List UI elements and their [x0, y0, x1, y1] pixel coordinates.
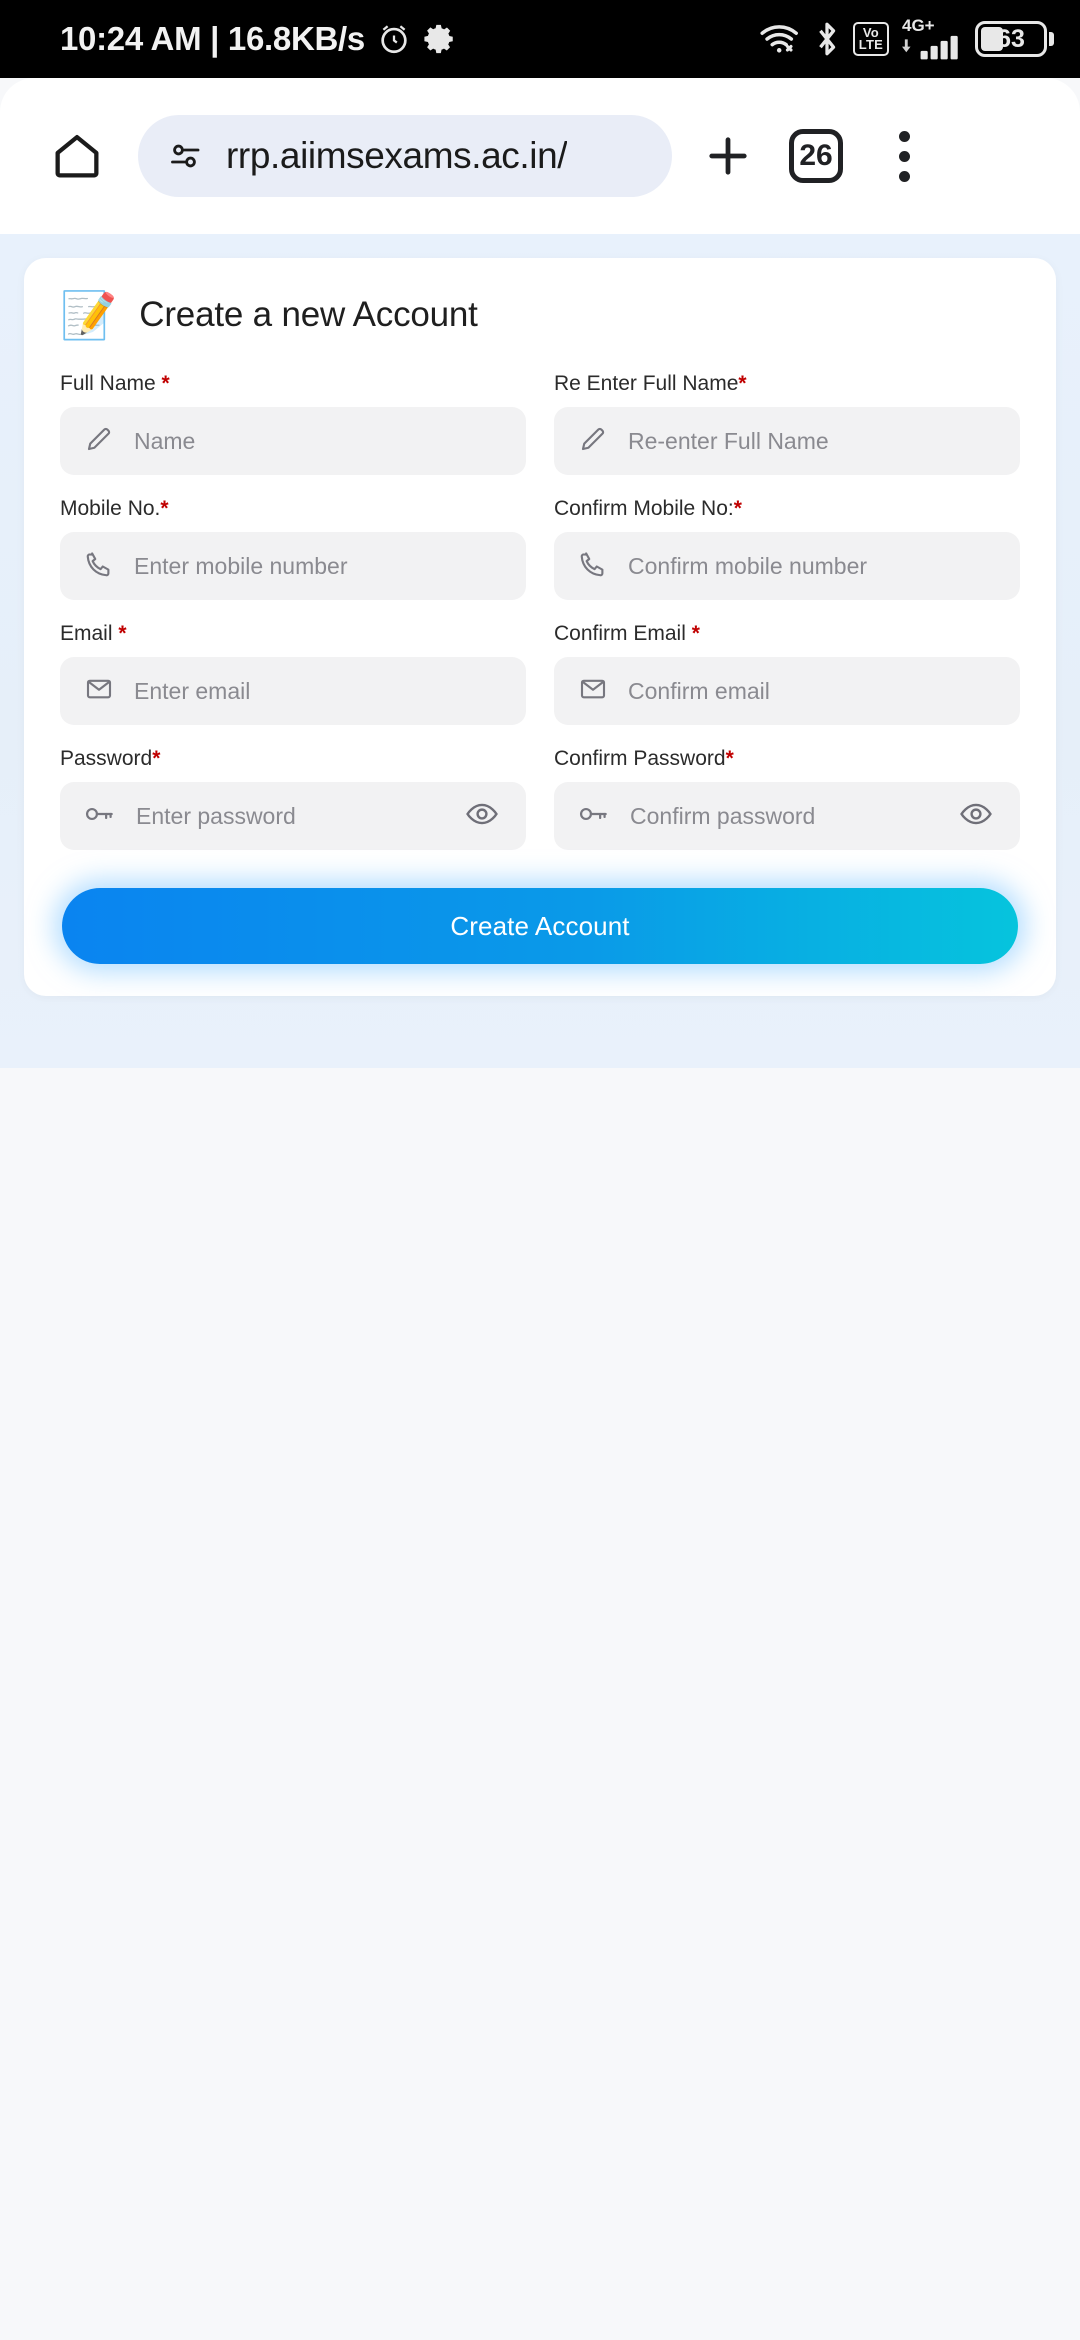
tab-count-badge: 26 — [789, 129, 843, 183]
status-bar-left: 10:24 AM | 16.8KB/s — [60, 20, 457, 58]
eye-icon — [465, 797, 499, 836]
label-text: Full Name — [60, 372, 156, 395]
card-header: 📝 Create a new Account — [60, 292, 1020, 338]
required-asterisk: * — [152, 747, 161, 770]
label-email: Email * — [60, 622, 526, 646]
label-text: Confirm Mobile No: — [554, 497, 734, 520]
pencil-icon — [84, 424, 114, 459]
label-full-name: Full Name * — [60, 372, 526, 396]
form-field-confirm-password: Confirm Password* Confirm password — [554, 747, 1020, 850]
placeholder-full-name: Name — [134, 427, 196, 454]
create-account-card: 📝 Create a new Account Full Name * Name Re… — [24, 258, 1056, 996]
placeholder-password: Enter password — [136, 802, 296, 829]
tune-icon[interactable] — [168, 138, 204, 174]
placeholder-confirm-email: Confirm email — [628, 677, 770, 704]
tab-switcher-button[interactable]: 26 — [772, 112, 860, 200]
key-icon — [578, 798, 610, 835]
plus-icon — [702, 130, 754, 182]
required-asterisk: * — [118, 622, 127, 645]
required-asterisk: * — [725, 747, 734, 770]
page-content: 📝 Create a new Account Full Name * Name Re… — [0, 234, 1080, 1068]
toggle-visibility-confirm-password[interactable] — [956, 796, 996, 836]
form-field-confirm-mobile-no: Confirm Mobile No:* Confirm mobile number — [554, 497, 1020, 600]
form-field-password: Password* Enter password — [60, 747, 526, 850]
placeholder-confirm-password: Confirm password — [630, 802, 816, 829]
form-field-mobile-no: Mobile No.* Enter mobile number — [60, 497, 526, 600]
label-text: Mobile No. — [60, 497, 161, 520]
key-icon — [84, 798, 116, 835]
url-text: rrp.aiimsexams.ac.in/ — [226, 135, 568, 176]
signal-strength-icon: 4G+ — [902, 17, 962, 61]
input-confirm-password[interactable]: Confirm password — [554, 782, 1020, 850]
bluetooth-icon — [814, 21, 840, 57]
label-text: Re Enter Full Name — [554, 372, 739, 395]
eye-icon — [959, 797, 993, 836]
submit-row: Create Account — [60, 886, 1020, 966]
phone-icon — [84, 549, 114, 584]
toggle-visibility-password[interactable] — [462, 796, 502, 836]
browser-menu-button[interactable] — [860, 112, 948, 200]
registration-form: Full Name * Name Re Enter Full Name* Re-ent… — [60, 372, 1020, 850]
label-re-enter-full-name: Re Enter Full Name* — [554, 372, 1020, 396]
label-text: Password — [60, 747, 153, 770]
form-field-full-name: Full Name * Name — [60, 372, 526, 475]
input-confirm-email[interactable]: Confirm email — [554, 657, 1020, 725]
status-bar: 10:24 AM | 16.8KB/s Vo LTE 4G+ 63 — [0, 0, 1080, 78]
browser-toolbar: rrp.aiimsexams.ac.in/ 26 — [0, 78, 1080, 234]
battery-icon: 63 — [975, 21, 1054, 57]
label-text: Confirm Password — [554, 747, 726, 770]
label-confirm-mobile-no: Confirm Mobile No:* — [554, 497, 1020, 521]
input-email[interactable]: Enter email — [60, 657, 526, 725]
label-text: Email — [60, 622, 113, 645]
more-vertical-icon — [898, 130, 910, 182]
placeholder-confirm-mobile-no: Confirm mobile number — [628, 552, 868, 579]
input-confirm-mobile-no[interactable]: Confirm mobile number — [554, 532, 1020, 600]
envelope-icon — [84, 674, 114, 709]
input-full-name[interactable]: Name — [60, 407, 526, 475]
input-mobile-no[interactable]: Enter mobile number — [60, 532, 526, 600]
home-button[interactable] — [34, 113, 120, 199]
label-confirm-email: Confirm Email * — [554, 622, 1020, 646]
placeholder-re-enter-full-name: Re-enter Full Name — [628, 427, 829, 454]
form-field-email: Email * Enter email — [60, 622, 526, 725]
network-type-label: 4G+ — [902, 16, 935, 35]
below-fold-area — [0, 1068, 1080, 2340]
battery-percent-label: 63 — [997, 25, 1025, 53]
required-asterisk: * — [733, 497, 742, 520]
pencil-icon — [578, 424, 608, 459]
wifi-icon — [759, 22, 801, 56]
required-asterisk: * — [691, 622, 700, 645]
placeholder-email: Enter email — [134, 677, 251, 704]
label-confirm-password: Confirm Password* — [554, 747, 1020, 771]
form-field-re-enter-full-name: Re Enter Full Name* Re-enter Full Name — [554, 372, 1020, 475]
label-text: Confirm Email — [554, 622, 686, 645]
create-account-button[interactable]: Create Account — [62, 888, 1018, 964]
status-clock: 10:24 AM | 16.8KB/s — [60, 20, 365, 57]
url-bar[interactable]: rrp.aiimsexams.ac.in/ — [138, 115, 672, 197]
new-tab-button[interactable] — [684, 112, 772, 200]
input-re-enter-full-name[interactable]: Re-enter Full Name — [554, 407, 1020, 475]
form-field-confirm-email: Confirm Email * Confirm email — [554, 622, 1020, 725]
envelope-icon — [578, 674, 608, 709]
gear-icon — [423, 22, 457, 56]
required-asterisk: * — [160, 497, 169, 520]
volte-icon: Vo LTE — [852, 22, 889, 56]
memo-icon: 📝 — [60, 289, 118, 341]
placeholder-mobile-no: Enter mobile number — [134, 552, 348, 579]
required-asterisk: * — [738, 372, 747, 395]
phone-icon — [578, 549, 608, 584]
label-password: Password* — [60, 747, 526, 771]
label-mobile-no: Mobile No.* — [60, 497, 526, 521]
alarm-icon — [377, 22, 411, 56]
volte-bottom: LTE — [858, 37, 883, 52]
home-icon — [50, 129, 104, 183]
input-password[interactable]: Enter password — [60, 782, 526, 850]
status-bar-right: Vo LTE 4G+ 63 — [759, 17, 1054, 61]
page-title: Create a new Account — [139, 295, 478, 334]
required-asterisk: * — [161, 372, 170, 395]
